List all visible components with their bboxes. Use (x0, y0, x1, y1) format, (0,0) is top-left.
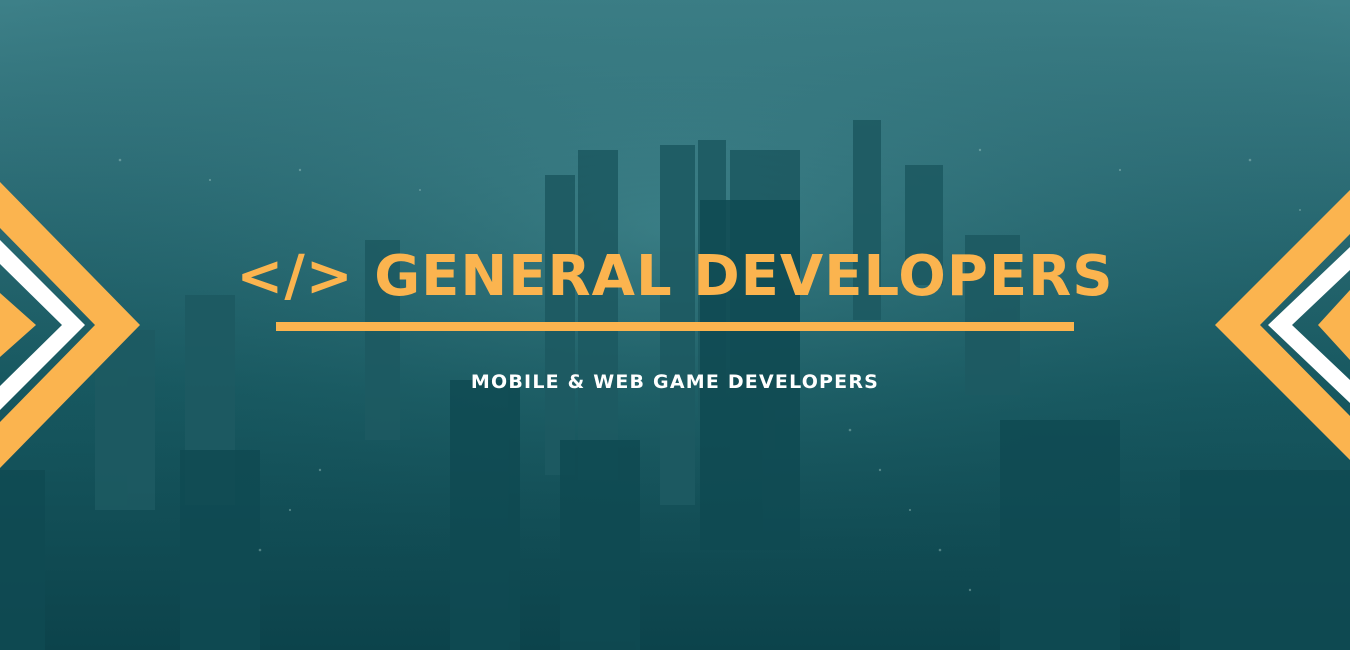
hero-banner: </> GENERAL DEVELOPERS MOBILE & WEB GAME… (0, 0, 1350, 650)
page-title: </> GENERAL DEVELOPERS (236, 244, 1114, 309)
page-subtitle: MOBILE & WEB GAME DEVELOPERS (470, 371, 880, 393)
title-underline (276, 322, 1074, 331)
